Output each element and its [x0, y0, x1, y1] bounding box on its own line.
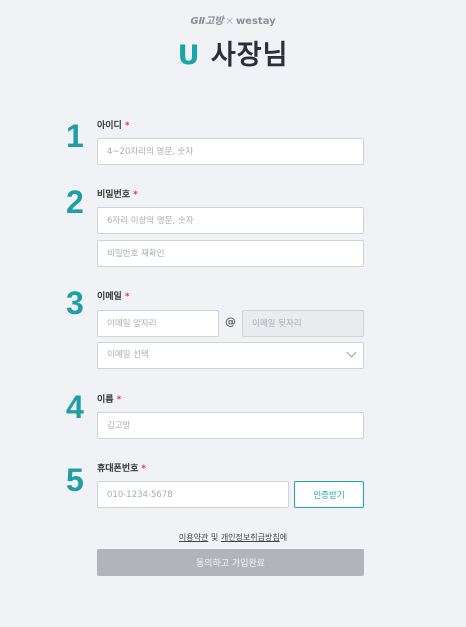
- email-local-input[interactable]: [97, 310, 219, 337]
- required-mark: *: [124, 292, 130, 302]
- terms-agreement: 이용약관 및 개인정보취급방침에: [0, 532, 466, 543]
- app-logo: U 사장님: [0, 33, 466, 72]
- phone-label-text: 휴대폰번호: [97, 464, 139, 474]
- required-mark: *: [124, 121, 130, 131]
- required-mark: *: [116, 395, 122, 405]
- at-sign: @: [225, 315, 236, 328]
- westay-logo: westay: [235, 16, 276, 27]
- chevron-down-icon: [346, 347, 357, 358]
- terms-and: 및: [208, 533, 221, 542]
- email-label: 이메일 *: [97, 289, 130, 302]
- terms-suffix: 에: [279, 533, 288, 542]
- brand-separator: ×: [225, 16, 234, 27]
- email-label-text: 이메일: [97, 292, 122, 302]
- step-number-5: 5: [66, 462, 84, 498]
- required-mark: *: [133, 190, 138, 200]
- name-label: 이름 *: [97, 392, 121, 405]
- logo-u-mark: U: [177, 40, 201, 71]
- email-domain-input[interactable]: [242, 310, 364, 337]
- name-input[interactable]: [97, 412, 364, 439]
- step-number-3: 3: [66, 285, 84, 321]
- step-number-4: 4: [66, 389, 84, 425]
- password-label-text: 비밀번호: [97, 190, 131, 200]
- id-input[interactable]: [97, 138, 364, 165]
- email-domain-select[interactable]: 이메일 선택: [97, 342, 364, 369]
- id-label: 아이디 *: [97, 118, 130, 131]
- phone-label: 휴대폰번호 *: [97, 461, 146, 474]
- password-confirm-input[interactable]: [97, 240, 364, 267]
- step-number-1: 1: [66, 118, 84, 154]
- verify-button[interactable]: 인증받기: [294, 481, 364, 508]
- password-input[interactable]: [97, 207, 364, 234]
- step-number-2: 2: [66, 184, 84, 220]
- phone-input[interactable]: [97, 481, 289, 508]
- partner-brand: GⅡ고방 × westay: [0, 12, 466, 27]
- name-label-text: 이름: [97, 395, 114, 405]
- required-mark: *: [141, 464, 147, 474]
- logo-title: 사장님: [210, 40, 289, 71]
- id-label-text: 아이디: [97, 121, 122, 131]
- email-select-value: 이메일 선택: [107, 350, 149, 360]
- privacy-link[interactable]: 개인정보취급방침: [221, 533, 280, 542]
- gobang-logo: GⅡ고방: [190, 16, 224, 27]
- agree-and-signup-button[interactable]: 동의하고 가입완료: [97, 549, 364, 576]
- terms-link[interactable]: 이용약관: [179, 533, 208, 542]
- password-label: 비밀번호 *: [97, 187, 138, 200]
